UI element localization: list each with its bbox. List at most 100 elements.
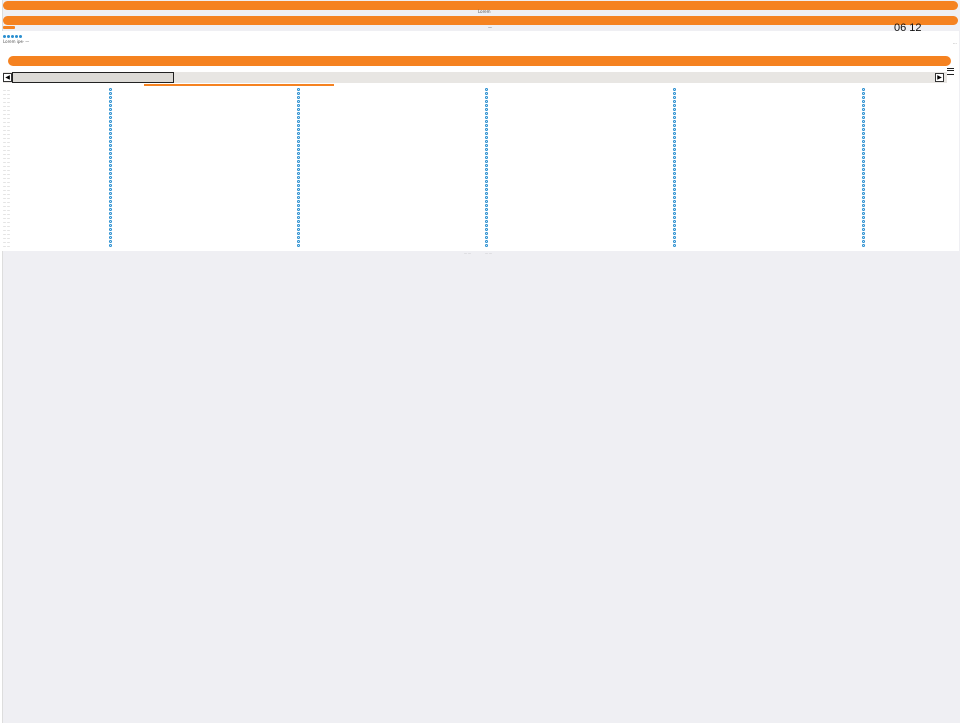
slot-dot[interactable] xyxy=(485,116,488,119)
slot-dot[interactable] xyxy=(485,188,488,191)
slot-dot[interactable] xyxy=(673,212,676,215)
slot-dot[interactable] xyxy=(485,148,488,151)
slot-dot[interactable] xyxy=(485,128,488,131)
slot-dot[interactable] xyxy=(109,108,112,111)
slot-dot[interactable] xyxy=(109,140,112,143)
slot-dot[interactable] xyxy=(862,140,865,143)
slot-dot[interactable] xyxy=(297,180,300,183)
slot-dot[interactable] xyxy=(673,240,676,243)
slot-dot[interactable] xyxy=(673,132,676,135)
slot-dot[interactable] xyxy=(109,236,112,239)
slot-dot[interactable] xyxy=(862,164,865,167)
slot-dot[interactable] xyxy=(485,244,488,247)
slot-dot[interactable] xyxy=(297,156,300,159)
slot-dot[interactable] xyxy=(862,144,865,147)
slot-dot[interactable] xyxy=(109,228,112,231)
slot-dot[interactable] xyxy=(485,164,488,167)
slot-dot[interactable] xyxy=(297,112,300,115)
slot-dot[interactable] xyxy=(109,124,112,127)
slot-dot[interactable] xyxy=(485,236,488,239)
slot-dot[interactable] xyxy=(297,172,300,175)
slot-dot[interactable] xyxy=(485,136,488,139)
slot-dot[interactable] xyxy=(485,192,488,195)
slot-dot[interactable] xyxy=(109,96,112,99)
slot-dot[interactable] xyxy=(485,200,488,203)
slot-dot[interactable] xyxy=(297,120,300,123)
slot-dot[interactable] xyxy=(109,136,112,139)
slot-dot[interactable] xyxy=(862,156,865,159)
menu-icon[interactable] xyxy=(947,68,954,75)
slot-dot[interactable] xyxy=(862,204,865,207)
slot-dot[interactable] xyxy=(673,152,676,155)
slot-dot[interactable] xyxy=(297,184,300,187)
slot-dot[interactable] xyxy=(862,116,865,119)
slot-dot[interactable] xyxy=(485,108,488,111)
slot-dot[interactable] xyxy=(673,164,676,167)
slot-dot[interactable] xyxy=(109,100,112,103)
slot-dot[interactable] xyxy=(862,92,865,95)
slot-dot[interactable] xyxy=(109,212,112,215)
slot-dot[interactable] xyxy=(485,112,488,115)
slot-dot[interactable] xyxy=(485,220,488,223)
slot-dot[interactable] xyxy=(673,140,676,143)
slot-dot[interactable] xyxy=(109,224,112,227)
slot-dot[interactable] xyxy=(485,132,488,135)
slot-dot[interactable] xyxy=(297,200,300,203)
slot-dot[interactable] xyxy=(673,236,676,239)
slot-dot[interactable] xyxy=(485,212,488,215)
slot-dot[interactable] xyxy=(673,168,676,171)
slot-dot[interactable] xyxy=(862,212,865,215)
slot-dot[interactable] xyxy=(297,96,300,99)
slot-dot[interactable] xyxy=(673,160,676,163)
slot-dot[interactable] xyxy=(297,204,300,207)
slot-dot[interactable] xyxy=(862,96,865,99)
slot-dot[interactable] xyxy=(297,104,300,107)
slot-dot[interactable] xyxy=(673,92,676,95)
slot-dot[interactable] xyxy=(485,100,488,103)
slot-dot[interactable] xyxy=(862,188,865,191)
slot-dot[interactable] xyxy=(485,184,488,187)
slot-dot[interactable] xyxy=(673,244,676,247)
slot-dot[interactable] xyxy=(485,204,488,207)
slot-dot[interactable] xyxy=(673,144,676,147)
slot-dot[interactable] xyxy=(109,244,112,247)
slot-dot[interactable] xyxy=(485,172,488,175)
slot-dot[interactable] xyxy=(485,196,488,199)
slot-dot[interactable] xyxy=(485,224,488,227)
slot-dot[interactable] xyxy=(109,232,112,235)
slot-dot[interactable] xyxy=(862,220,865,223)
slot-dot[interactable] xyxy=(485,140,488,143)
slot-dot[interactable] xyxy=(862,236,865,239)
slot-dot[interactable] xyxy=(862,180,865,183)
slot-dot[interactable] xyxy=(673,224,676,227)
slot-dot[interactable] xyxy=(673,228,676,231)
slot-dot[interactable] xyxy=(297,244,300,247)
slot-dot[interactable] xyxy=(109,148,112,151)
slot-dot[interactable] xyxy=(673,148,676,151)
slot-dot[interactable] xyxy=(109,120,112,123)
slot-dot[interactable] xyxy=(297,216,300,219)
slot-dot[interactable] xyxy=(109,160,112,163)
slot-dot[interactable] xyxy=(673,204,676,207)
slot-dot[interactable] xyxy=(673,120,676,123)
slot-dot[interactable] xyxy=(673,208,676,211)
slot-dot[interactable] xyxy=(485,228,488,231)
scroll-left-button[interactable]: ◀ xyxy=(3,73,12,82)
slot-dot[interactable] xyxy=(673,192,676,195)
slot-dot[interactable] xyxy=(297,124,300,127)
slot-dot[interactable] xyxy=(673,196,676,199)
slot-dot[interactable] xyxy=(673,104,676,107)
slot-dot[interactable] xyxy=(109,92,112,95)
slot-dot[interactable] xyxy=(485,240,488,243)
slot-dot[interactable] xyxy=(297,128,300,131)
slot-dot[interactable] xyxy=(673,180,676,183)
slot-dot[interactable] xyxy=(297,168,300,171)
slot-dot[interactable] xyxy=(109,184,112,187)
slot-dot[interactable] xyxy=(862,176,865,179)
slot-dot[interactable] xyxy=(862,148,865,151)
slot-dot[interactable] xyxy=(109,216,112,219)
scrollbar-thumb[interactable] xyxy=(12,72,174,83)
slot-dot[interactable] xyxy=(673,216,676,219)
slot-dot[interactable] xyxy=(862,232,865,235)
slot-dot[interactable] xyxy=(297,116,300,119)
